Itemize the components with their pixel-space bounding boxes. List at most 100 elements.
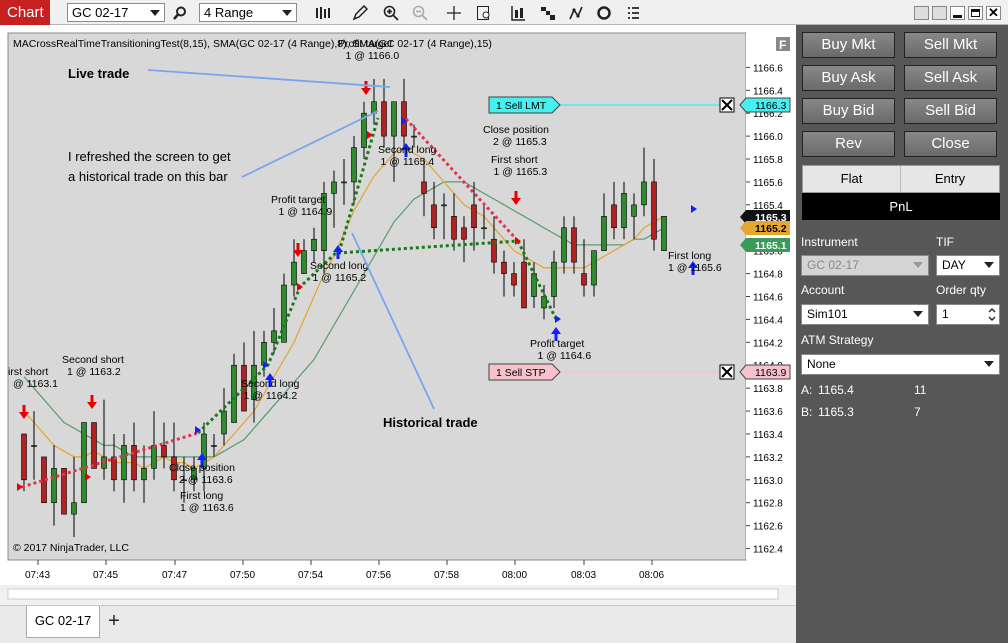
candle-body bbox=[221, 410, 227, 435]
candle-body bbox=[621, 193, 627, 229]
candle-body bbox=[151, 445, 157, 469]
chart-window: Chart GC 02-17 4 Range ✕ 1166.6 1166.4 116… bbox=[0, 0, 1008, 643]
sell-limit-order-label: 1 Sell LMT bbox=[496, 100, 547, 112]
annotation-refresh: I refreshed the screen to get bbox=[68, 149, 231, 164]
trade-label-title: Second short bbox=[62, 354, 124, 366]
spinner-icon[interactable] bbox=[988, 307, 996, 322]
chart-svg[interactable]: 1166.61166.41166.21166.01165.81165.61165… bbox=[0, 25, 796, 605]
reload-icon[interactable] bbox=[594, 3, 614, 22]
trade-label-title: Profit target bbox=[530, 338, 584, 350]
candle-body bbox=[601, 216, 607, 251]
account-label: Account bbox=[801, 283, 845, 297]
candle-body bbox=[551, 261, 557, 297]
pencil-icon[interactable] bbox=[350, 3, 370, 22]
candle-body bbox=[581, 273, 587, 286]
tif-select[interactable]: DAY bbox=[936, 255, 1000, 276]
indicators-icon[interactable] bbox=[508, 3, 528, 22]
data-box-icon[interactable] bbox=[474, 3, 494, 22]
candle-body bbox=[641, 181, 647, 206]
atm-strategy-select[interactable]: None bbox=[801, 354, 1000, 375]
chart-area[interactable]: 1166.6 1166.4 1166.2 1166.0 1165.8 1165.6 1165… bbox=[0, 25, 796, 605]
rev-button[interactable]: Rev bbox=[802, 131, 895, 157]
candle-body bbox=[81, 422, 87, 504]
y-tick-label: 1162.4 bbox=[753, 545, 783, 556]
tif-value: DAY bbox=[942, 258, 966, 272]
arrow-shaft bbox=[514, 191, 518, 199]
x-tick-label: 07:50 bbox=[230, 570, 255, 581]
zoom-in-icon[interactable] bbox=[381, 3, 401, 22]
close-position-button[interactable]: Close bbox=[904, 131, 997, 157]
atm-strategy-value: None bbox=[807, 357, 836, 371]
crosshair-icon[interactable] bbox=[444, 3, 464, 22]
indicator-label: MACrossRealTimeTransitioningTest(8,15), … bbox=[13, 38, 492, 50]
tab-gc-02-17[interactable]: GC 02-17 bbox=[26, 606, 100, 638]
instrument-field[interactable]: GC 02-17 bbox=[801, 255, 929, 276]
strategies-icon[interactable] bbox=[538, 3, 558, 22]
tif-label: TIF bbox=[936, 235, 954, 249]
ask-size: 11 bbox=[914, 383, 927, 397]
account-select[interactable]: Sim101 bbox=[801, 304, 929, 325]
sell-ask-button[interactable]: Sell Ask bbox=[904, 65, 997, 91]
candle-body bbox=[21, 433, 27, 481]
x-tick-label: 08:00 bbox=[502, 570, 527, 581]
sell-stop-order-price: 1163.9 bbox=[755, 367, 786, 379]
annotation-historical-trade: Historical trade bbox=[383, 415, 478, 430]
candle-body bbox=[71, 502, 77, 515]
buy-mkt-button[interactable]: Buy Mkt bbox=[802, 32, 895, 58]
scrollbar-thumb[interactable] bbox=[7, 588, 779, 600]
copyright-label: © 2017 NinjaTrader, LLC bbox=[13, 542, 129, 554]
candle-body bbox=[501, 261, 507, 274]
trade-label-title: Profit target bbox=[271, 194, 325, 206]
candle-body bbox=[461, 227, 467, 240]
chart-tab[interactable]: Chart bbox=[0, 0, 50, 25]
window-option-icon[interactable] bbox=[932, 6, 947, 20]
candle-body bbox=[31, 445, 37, 447]
zoom-out-icon[interactable] bbox=[410, 3, 430, 22]
candle-body bbox=[161, 445, 167, 458]
buy-ask-button[interactable]: Buy Ask bbox=[802, 65, 895, 91]
trade-label-title: Second long bbox=[378, 144, 437, 156]
candle-body bbox=[511, 273, 517, 286]
trade-label-value: 2 @ 1163.6 bbox=[179, 474, 233, 486]
candle-body bbox=[661, 216, 667, 251]
instrument-field-value: GC 02-17 bbox=[807, 258, 860, 272]
minimize-icon[interactable] bbox=[950, 6, 965, 20]
window-option-icon[interactable] bbox=[914, 6, 929, 20]
bar-style-icon[interactable] bbox=[313, 3, 333, 22]
sell-stop-order-label: 1 Sell STP bbox=[496, 367, 546, 379]
candle-body bbox=[341, 181, 347, 184]
candle-body bbox=[271, 330, 277, 343]
instrument-select[interactable]: GC 02-17 bbox=[67, 3, 165, 22]
y-tick-label: 1166.4 bbox=[753, 86, 783, 97]
instrument-label: Instrument bbox=[801, 235, 858, 249]
bid-price: 1165.3 bbox=[818, 405, 854, 419]
add-tab-button[interactable]: + bbox=[102, 610, 126, 634]
y-tick-label: 1165.8 bbox=[753, 155, 783, 166]
trade-label-value: 1 @ 1165.2 bbox=[313, 272, 367, 284]
buy-bid-button[interactable]: Buy Bid bbox=[802, 98, 895, 124]
candle-body bbox=[411, 135, 417, 138]
y-tick-label: 1166.6 bbox=[753, 63, 783, 74]
search-icon[interactable] bbox=[170, 3, 190, 22]
candle-body bbox=[51, 468, 57, 504]
order-qty-stepper[interactable]: 1 bbox=[936, 304, 1000, 325]
close-icon[interactable]: ✕ bbox=[986, 6, 1001, 20]
candle-body bbox=[611, 204, 617, 229]
x-tick-label: 07:45 bbox=[93, 570, 118, 581]
sell-mkt-button[interactable]: Sell Mkt bbox=[904, 32, 997, 58]
trade-label-value: 1 @ 1165.6 bbox=[668, 262, 722, 274]
candle-body bbox=[471, 204, 477, 229]
bar-type-select[interactable]: 4 Range bbox=[199, 3, 297, 22]
drawing-tools-icon[interactable] bbox=[566, 3, 586, 22]
instrument-value: GC 02-17 bbox=[72, 5, 129, 20]
x-tick-label: 07:56 bbox=[366, 570, 391, 581]
sell-bid-button[interactable]: Sell Bid bbox=[904, 98, 997, 124]
properties-icon[interactable] bbox=[623, 3, 643, 22]
y-tick-label: 1162.8 bbox=[753, 499, 783, 510]
trade-label-value: 1 @ 1165.4 bbox=[381, 156, 435, 168]
maximize-icon[interactable] bbox=[968, 6, 983, 20]
trade-label-value: 1 @ 1163.6 bbox=[180, 502, 234, 514]
candle-body bbox=[431, 204, 437, 229]
annotation-refresh: a historical trade on this bar bbox=[68, 169, 228, 184]
y-tick-label: 1164.6 bbox=[753, 293, 783, 304]
